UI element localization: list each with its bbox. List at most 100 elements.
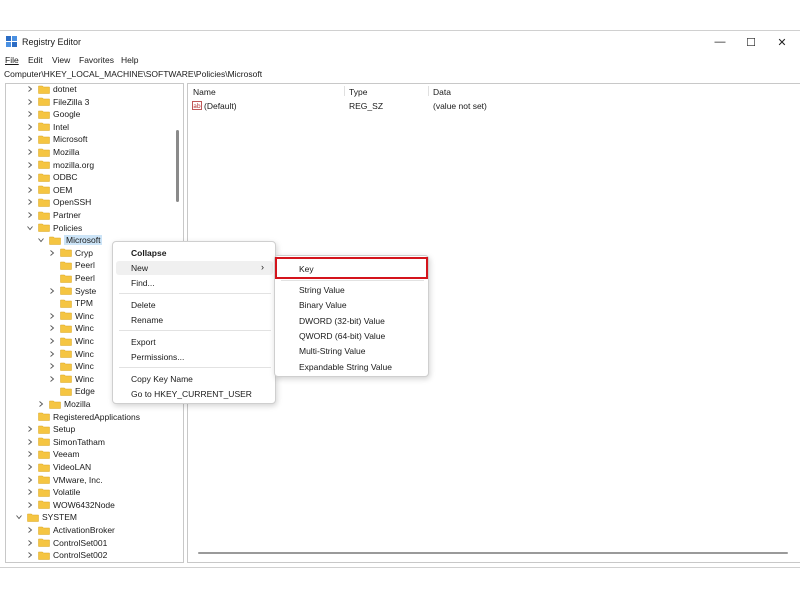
tree-item[interactable]: TPM bbox=[48, 297, 93, 309]
list-horizontal-scrollbar[interactable] bbox=[198, 552, 788, 554]
tree-item[interactable]: SimonTatham bbox=[26, 436, 105, 448]
tree-item[interactable]: VideoLAN bbox=[26, 461, 91, 473]
ctx-find[interactable]: Find... bbox=[131, 276, 155, 290]
tree-item[interactable]: Winc bbox=[48, 335, 94, 347]
chevron-down-icon[interactable] bbox=[37, 236, 45, 244]
tree-item[interactable]: Microsoft bbox=[37, 234, 103, 246]
tree-scrollbar-thumb[interactable] bbox=[176, 130, 179, 202]
tree-item[interactable]: Syste bbox=[48, 285, 96, 297]
chevron-right-icon[interactable] bbox=[48, 287, 56, 295]
chevron-right-icon[interactable] bbox=[26, 123, 34, 131]
tree-item[interactable]: Winc bbox=[48, 360, 94, 372]
chevron-right-icon[interactable] bbox=[48, 362, 56, 370]
chevron-right-icon[interactable] bbox=[26, 488, 34, 496]
chevron-right-icon[interactable] bbox=[26, 85, 34, 93]
tree-item[interactable]: FileZilla 3 bbox=[26, 96, 89, 108]
chevron-right-icon[interactable] bbox=[48, 312, 56, 320]
submenu-binary-value[interactable]: Binary Value bbox=[299, 298, 347, 312]
menu-file[interactable]: File bbox=[5, 55, 19, 65]
tree-item[interactable]: ControlSet001 bbox=[26, 537, 107, 549]
chevron-right-icon[interactable] bbox=[26, 211, 34, 219]
tree-item[interactable]: OpenSSH bbox=[26, 196, 91, 208]
tree-item[interactable]: Partner bbox=[26, 209, 81, 221]
chevron-right-icon[interactable] bbox=[37, 400, 45, 408]
tree-item[interactable]: Cryp bbox=[48, 247, 93, 259]
tree-item[interactable]: Google bbox=[26, 108, 80, 120]
column-header-data[interactable]: Data bbox=[433, 87, 451, 97]
maximize-button[interactable]: ☐ bbox=[737, 34, 765, 50]
column-divider[interactable] bbox=[428, 86, 429, 96]
list-row-default[interactable]: ab (Default) REG_SZ (value not set) bbox=[188, 100, 800, 112]
chevron-right-icon[interactable] bbox=[26, 148, 34, 156]
chevron-right-icon[interactable] bbox=[26, 135, 34, 143]
ctx-copy-key-name[interactable]: Copy Key Name bbox=[131, 372, 193, 386]
column-divider[interactable] bbox=[344, 86, 345, 96]
tree-item[interactable]: Mozilla bbox=[26, 146, 79, 158]
address-bar[interactable]: Computer\HKEY_LOCAL_MACHINE\SOFTWARE\Pol… bbox=[0, 67, 800, 81]
chevron-right-icon[interactable] bbox=[48, 324, 56, 332]
tree-item[interactable]: Mozilla bbox=[37, 398, 90, 410]
tree-item[interactable]: dotnet bbox=[26, 84, 77, 95]
menu-edit[interactable]: Edit bbox=[28, 55, 43, 65]
tree-item[interactable]: VMware, Inc. bbox=[26, 474, 103, 486]
tree-item[interactable]: Winc bbox=[48, 373, 94, 385]
chevron-right-icon[interactable] bbox=[26, 501, 34, 509]
chevron-right-icon[interactable] bbox=[48, 249, 56, 257]
chevron-right-icon[interactable] bbox=[26, 450, 34, 458]
tree-item[interactable]: Veeam bbox=[26, 448, 79, 460]
tree-item[interactable]: RegisteredApplications bbox=[26, 411, 140, 423]
chevron-right-icon[interactable] bbox=[48, 337, 56, 345]
submenu-string-value[interactable]: String Value bbox=[299, 283, 345, 297]
tree-item[interactable]: Winc bbox=[48, 322, 94, 334]
chevron-down-icon[interactable] bbox=[26, 224, 34, 232]
menu-help[interactable]: Help bbox=[121, 55, 138, 65]
tree-item[interactable]: ODBC bbox=[26, 171, 78, 183]
tree-item[interactable]: Intel bbox=[26, 121, 69, 133]
tree-item[interactable]: Winc bbox=[48, 310, 94, 322]
ctx-rename[interactable]: Rename bbox=[131, 313, 163, 327]
ctx-new[interactable]: New bbox=[131, 261, 148, 275]
ctx-goto-hkcu[interactable]: Go to HKEY_CURRENT_USER bbox=[131, 387, 252, 401]
submenu-qword-value[interactable]: QWORD (64-bit) Value bbox=[299, 329, 385, 343]
tree-item[interactable]: Peerl bbox=[48, 259, 95, 271]
submenu-expandable-string-value[interactable]: Expandable String Value bbox=[299, 360, 392, 374]
chevron-right-icon[interactable] bbox=[26, 173, 34, 181]
chevron-right-icon[interactable] bbox=[26, 463, 34, 471]
chevron-right-icon[interactable] bbox=[26, 476, 34, 484]
chevron-right-icon[interactable] bbox=[26, 186, 34, 194]
ctx-delete[interactable]: Delete bbox=[131, 298, 156, 312]
tree-item[interactable]: Setup bbox=[26, 423, 75, 435]
chevron-down-icon[interactable] bbox=[15, 513, 23, 521]
ctx-export[interactable]: Export bbox=[131, 335, 156, 349]
submenu-multi-string-value[interactable]: Multi-String Value bbox=[299, 344, 365, 358]
close-button[interactable]: ✕ bbox=[768, 34, 796, 50]
chevron-right-icon[interactable] bbox=[26, 526, 34, 534]
tree-item[interactable]: ControlSet002 bbox=[26, 549, 107, 561]
chevron-right-icon[interactable] bbox=[26, 198, 34, 206]
tree-item[interactable]: mozilla.org bbox=[26, 159, 94, 171]
ctx-collapse[interactable]: Collapse bbox=[131, 246, 166, 260]
tree-item[interactable]: Peerl bbox=[48, 272, 95, 284]
tree-item[interactable]: Winc bbox=[48, 348, 94, 360]
tree-item[interactable]: SYSTEM bbox=[15, 511, 77, 523]
submenu-dword-value[interactable]: DWORD (32-bit) Value bbox=[299, 314, 385, 328]
chevron-right-icon[interactable] bbox=[48, 350, 56, 358]
column-header-name[interactable]: Name bbox=[193, 87, 216, 97]
tree-item[interactable]: WOW6432Node bbox=[26, 499, 115, 511]
menu-favorites[interactable]: Favorites bbox=[79, 55, 114, 65]
chevron-right-icon[interactable] bbox=[26, 551, 34, 559]
tree-item[interactable]: Volatile bbox=[26, 486, 80, 498]
tree-item[interactable]: Microsoft bbox=[26, 133, 87, 145]
column-header-type[interactable]: Type bbox=[349, 87, 367, 97]
tree-item[interactable]: ActivationBroker bbox=[26, 524, 115, 536]
tree-item[interactable]: OEM bbox=[26, 184, 72, 196]
chevron-right-icon[interactable] bbox=[26, 438, 34, 446]
menu-view[interactable]: View bbox=[52, 55, 70, 65]
chevron-right-icon[interactable] bbox=[26, 539, 34, 547]
tree-item[interactable]: Policies bbox=[26, 222, 82, 234]
chevron-right-icon[interactable] bbox=[26, 161, 34, 169]
chevron-right-icon[interactable] bbox=[26, 425, 34, 433]
minimize-button[interactable]: — bbox=[706, 34, 734, 50]
chevron-right-icon[interactable] bbox=[48, 375, 56, 383]
ctx-permissions[interactable]: Permissions... bbox=[131, 350, 184, 364]
